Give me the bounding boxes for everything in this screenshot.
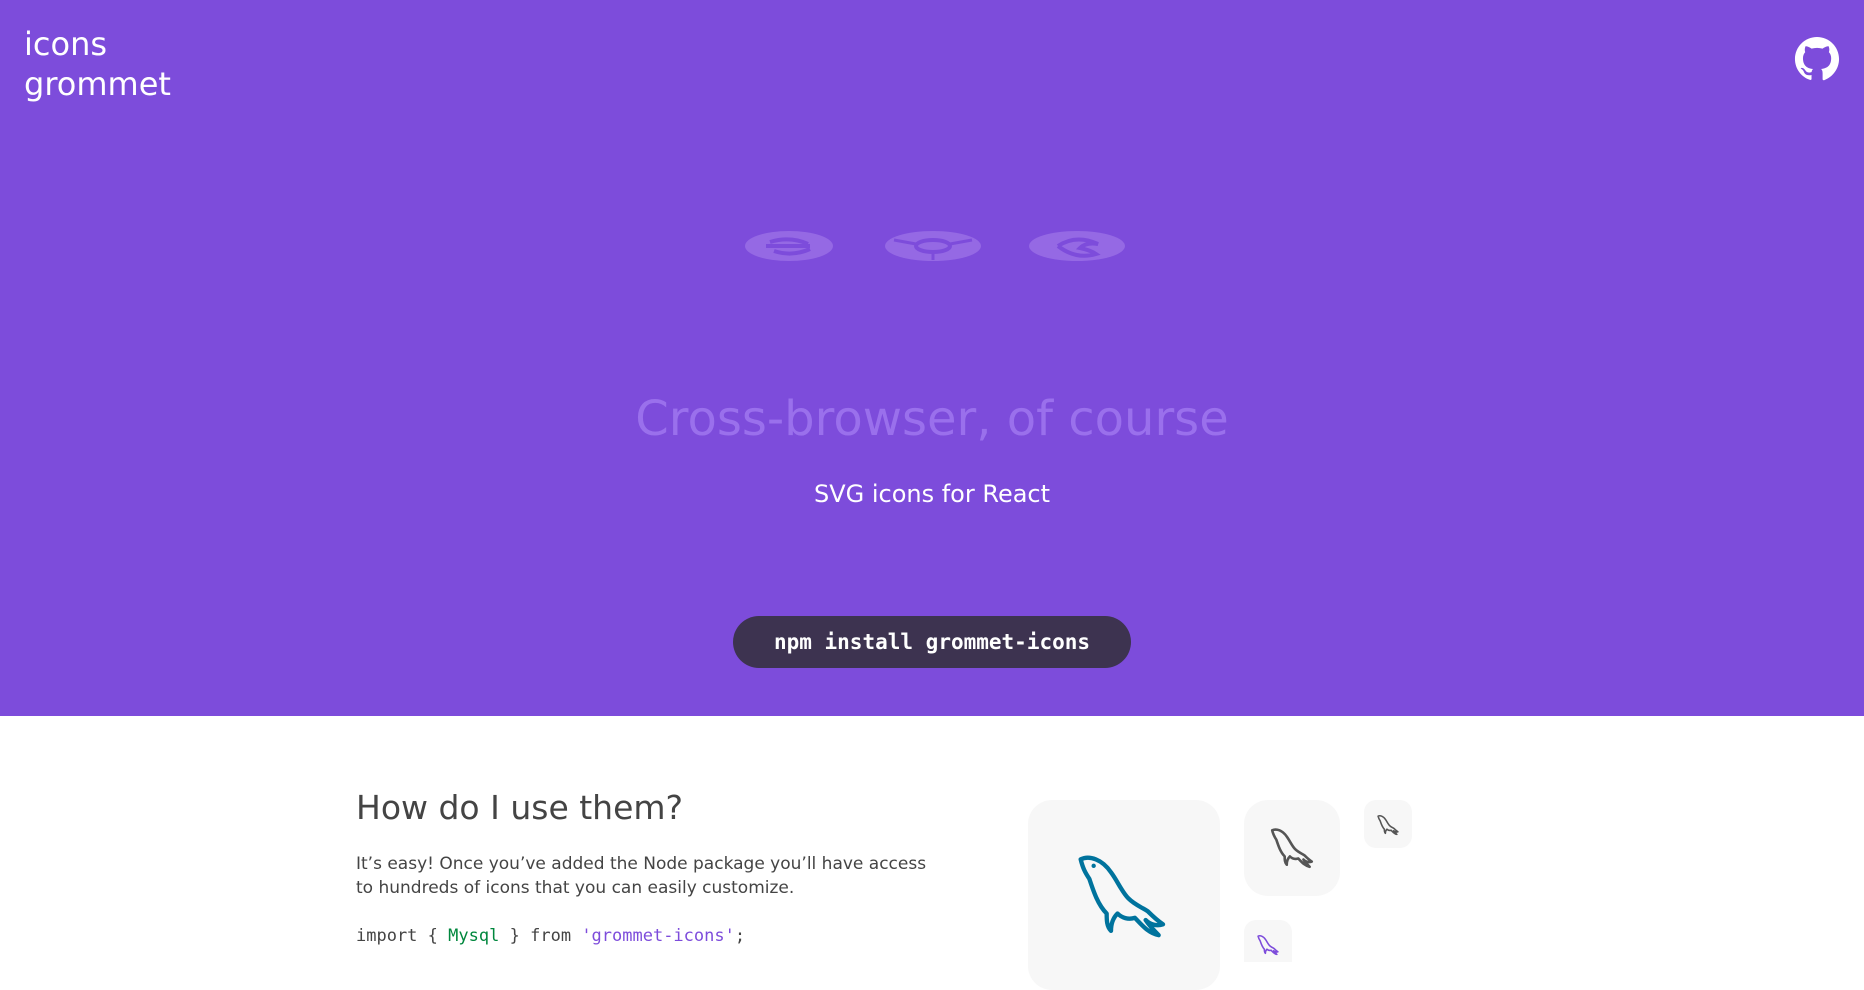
brand-line-icons: icons: [24, 25, 108, 63]
code-module-string: 'grommet-icons': [581, 926, 735, 946]
usage-heading: How do I use them?: [356, 788, 684, 827]
code-brace-open: {: [427, 926, 438, 946]
install-command-button[interactable]: npm install grommet-icons: [733, 616, 1131, 668]
brand-line-grommet: grommet: [24, 65, 171, 103]
edge-icon: [745, 231, 833, 261]
code-identifier: Mysql: [448, 926, 500, 946]
code-keyword-from: from: [530, 926, 572, 946]
mysql-icon: [1377, 814, 1399, 836]
hero-heading: Cross-browser, of course: [635, 391, 1229, 447]
preview-tile-medium: [1244, 800, 1340, 896]
code-snippet: import { Mysql } from 'grommet-icons';: [356, 924, 745, 948]
usage-description: It’s easy! Once you’ve added the Node pa…: [356, 854, 927, 898]
github-link[interactable]: [1794, 36, 1840, 82]
preview-tile-small-accent: [1244, 920, 1292, 962]
preview-tile-small: [1364, 800, 1412, 848]
brand-logo-link[interactable]: icons grommet: [24, 24, 171, 104]
mysql-icon: [1257, 934, 1279, 956]
browser-icon-row: [740, 226, 1140, 266]
code-brace-close: }: [509, 926, 520, 946]
hero-subheading: SVG icons for React: [813, 480, 1051, 508]
mysql-icon: [1270, 828, 1314, 869]
hero-section: icons grommet Cross-browser, of course S…: [0, 0, 1864, 716]
code-keyword-import: import: [356, 926, 418, 946]
mysql-icon: [1078, 855, 1166, 938]
firefox-icon: [1029, 231, 1125, 261]
github-icon: [1794, 36, 1840, 81]
chrome-icon: [885, 231, 981, 261]
code-terminator: ;: [734, 926, 746, 946]
